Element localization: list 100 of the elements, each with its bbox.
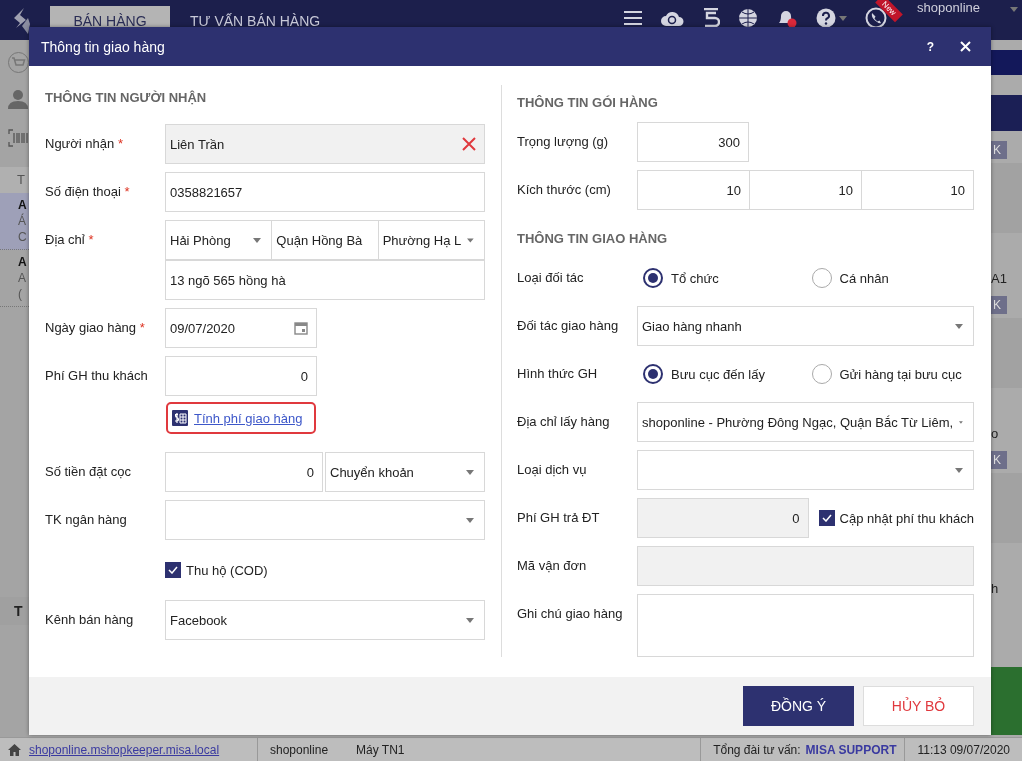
caret-icon: [955, 323, 963, 329]
radio-label: Gửi hàng tại bưu cục: [839, 366, 962, 382]
item-text: o: [991, 426, 1000, 441]
number-field[interactable]: 10: [637, 170, 750, 210]
dropdown[interactable]: shoponline - Phường Đông Ngạc, Quận Bắc Từ Liêm,: [637, 402, 974, 442]
item-text: (: [18, 286, 23, 302]
user-name: shoponline: [270, 742, 329, 757]
dropdown[interactable]: Giao hàng nhanh: [637, 306, 974, 346]
close-icon[interactable]: [960, 41, 971, 52]
caret-icon: [959, 419, 963, 425]
section-heading: THÔNG TIN GÓI HÀNG: [517, 93, 659, 112]
field-label: TK ngân hàng: [45, 511, 128, 529]
text-field[interactable]: [637, 546, 974, 586]
field-label: Loại dịch vụ: [517, 461, 588, 479]
dropdown[interactable]: Facebook: [165, 600, 485, 640]
number-field[interactable]: 10: [861, 170, 974, 210]
caret-icon: [467, 237, 474, 243]
field-label: Ngày giao hàng *: [45, 319, 146, 337]
calendar-icon[interactable]: [294, 321, 308, 335]
caret-icon: [466, 517, 474, 523]
text-field[interactable]: Liên Trần: [165, 124, 485, 164]
number-field: 0: [637, 498, 809, 538]
total-label: T: [0, 597, 29, 625]
field-label: Địa chỉ lấy hàng: [517, 413, 611, 431]
field-label: Phí GH trả ĐT: [517, 509, 601, 527]
number-field[interactable]: 10: [749, 170, 862, 210]
agree-button[interactable]: ĐỒNG Ý: [743, 686, 854, 726]
section-heading: THÔNG TIN NGƯỜI NHẬN: [45, 89, 208, 107]
dropdown[interactable]: Chuyển khoản: [325, 452, 485, 492]
number-field[interactable]: 0: [165, 356, 317, 396]
field-label: Loại đối tác: [517, 269, 585, 287]
item-text: A: [18, 197, 28, 213]
date-time: 11:13 09/07/2020: [917, 742, 1010, 757]
radio-label: Tổ chức: [671, 270, 719, 286]
help-icon[interactable]: [816, 8, 837, 28]
calculate-fee-link[interactable]: Tính phí giao hàng: [194, 410, 303, 426]
number-field[interactable]: 0: [165, 452, 323, 492]
checkbox[interactable]: [165, 562, 181, 578]
checkbox[interactable]: [818, 510, 835, 526]
menu-icon[interactable]: [624, 11, 643, 25]
user-name[interactable]: shoponline: [917, 0, 980, 15]
dialog-title: Thông tin giao hàng: [41, 38, 166, 55]
host-link[interactable]: shoponline.mshopkeeper.misa.local: [21, 742, 257, 757]
caret-icon: [253, 237, 262, 243]
item-text: A: [18, 254, 28, 270]
date-field[interactable]: 09/07/2020: [165, 308, 317, 348]
item-text: A: [18, 270, 27, 286]
hotline-label: Tổng đài tư vấn:: [713, 742, 801, 757]
radio-label: Cá nhân: [839, 270, 889, 286]
caret-icon: [839, 15, 848, 21]
field-label: Phí GH thu khách: [45, 367, 149, 385]
item-text: h: [991, 581, 1000, 596]
text-field[interactable]: 0358821657: [165, 172, 485, 212]
field-label: Trọng lượng (g): [517, 133, 610, 151]
caret-icon: [955, 467, 963, 473]
cancel-button[interactable]: HỦY BỎ: [863, 686, 974, 726]
radio-button[interactable]: [811, 268, 832, 288]
item-text: Á: [18, 213, 27, 229]
number-field[interactable]: 300: [637, 122, 749, 162]
field-label: Ghi chú giao hàng: [517, 605, 624, 623]
radio-label: Bưu cục đến lấy: [671, 366, 765, 382]
caret-icon: [466, 469, 474, 475]
caret-icon: [1010, 7, 1018, 12]
field-label: Địa chỉ *: [45, 231, 95, 249]
field-label: Người nhận *: [45, 135, 124, 153]
ok-button[interactable]: K: [991, 296, 1007, 314]
globe-icon[interactable]: [738, 8, 759, 28]
dropdown[interactable]: Quận Hồng Bà: [271, 220, 379, 260]
radio-button[interactable]: [643, 364, 663, 384]
field-label: Số tiền đặt cọc: [45, 463, 132, 481]
section-heading: THÔNG TIN GIAO HÀNG: [517, 229, 669, 248]
column-header: T: [0, 167, 29, 193]
notification-bell-icon[interactable]: [776, 8, 799, 28]
order-item[interactable]: A Á C: [0, 193, 29, 250]
support-link[interactable]: MISA SUPPORT: [805, 742, 897, 757]
radio-button[interactable]: [811, 364, 832, 384]
ok-button[interactable]: K: [991, 141, 1007, 159]
checkbox-label: Cập nhật phí thu khách: [839, 510, 974, 526]
receipt-icon[interactable]: [702, 8, 721, 28]
checkmark-icon: [168, 566, 178, 574]
field-label: Số điện thoại *: [45, 183, 131, 201]
checkbox-label: Thu hộ (COD): [186, 562, 268, 578]
field-label: Kích thước (cm): [517, 181, 612, 199]
ok-button[interactable]: K: [991, 451, 1007, 469]
logo-icon: [12, 8, 32, 34]
checkmark-icon: [821, 514, 832, 522]
text-field[interactable]: 13 ngõ 565 hồng hà: [165, 260, 485, 300]
dropdown[interactable]: Phường Hạ L: [377, 220, 485, 260]
radio-button[interactable]: [643, 268, 663, 288]
clear-icon[interactable]: [462, 137, 476, 151]
item-text: A1: [991, 271, 1008, 286]
caret-icon: [466, 617, 474, 623]
item-text: C: [18, 229, 28, 245]
field-label: Kênh bán hàng: [45, 611, 135, 629]
cloud-sync-icon[interactable]: [660, 9, 685, 27]
device-name: Máy TN1: [356, 742, 405, 757]
field-label: Hình thức GH: [517, 365, 599, 383]
dropdown[interactable]: Hải Phòng: [165, 220, 273, 260]
calculator-icon: [172, 410, 188, 426]
help-button[interactable]: ?: [926, 39, 934, 54]
